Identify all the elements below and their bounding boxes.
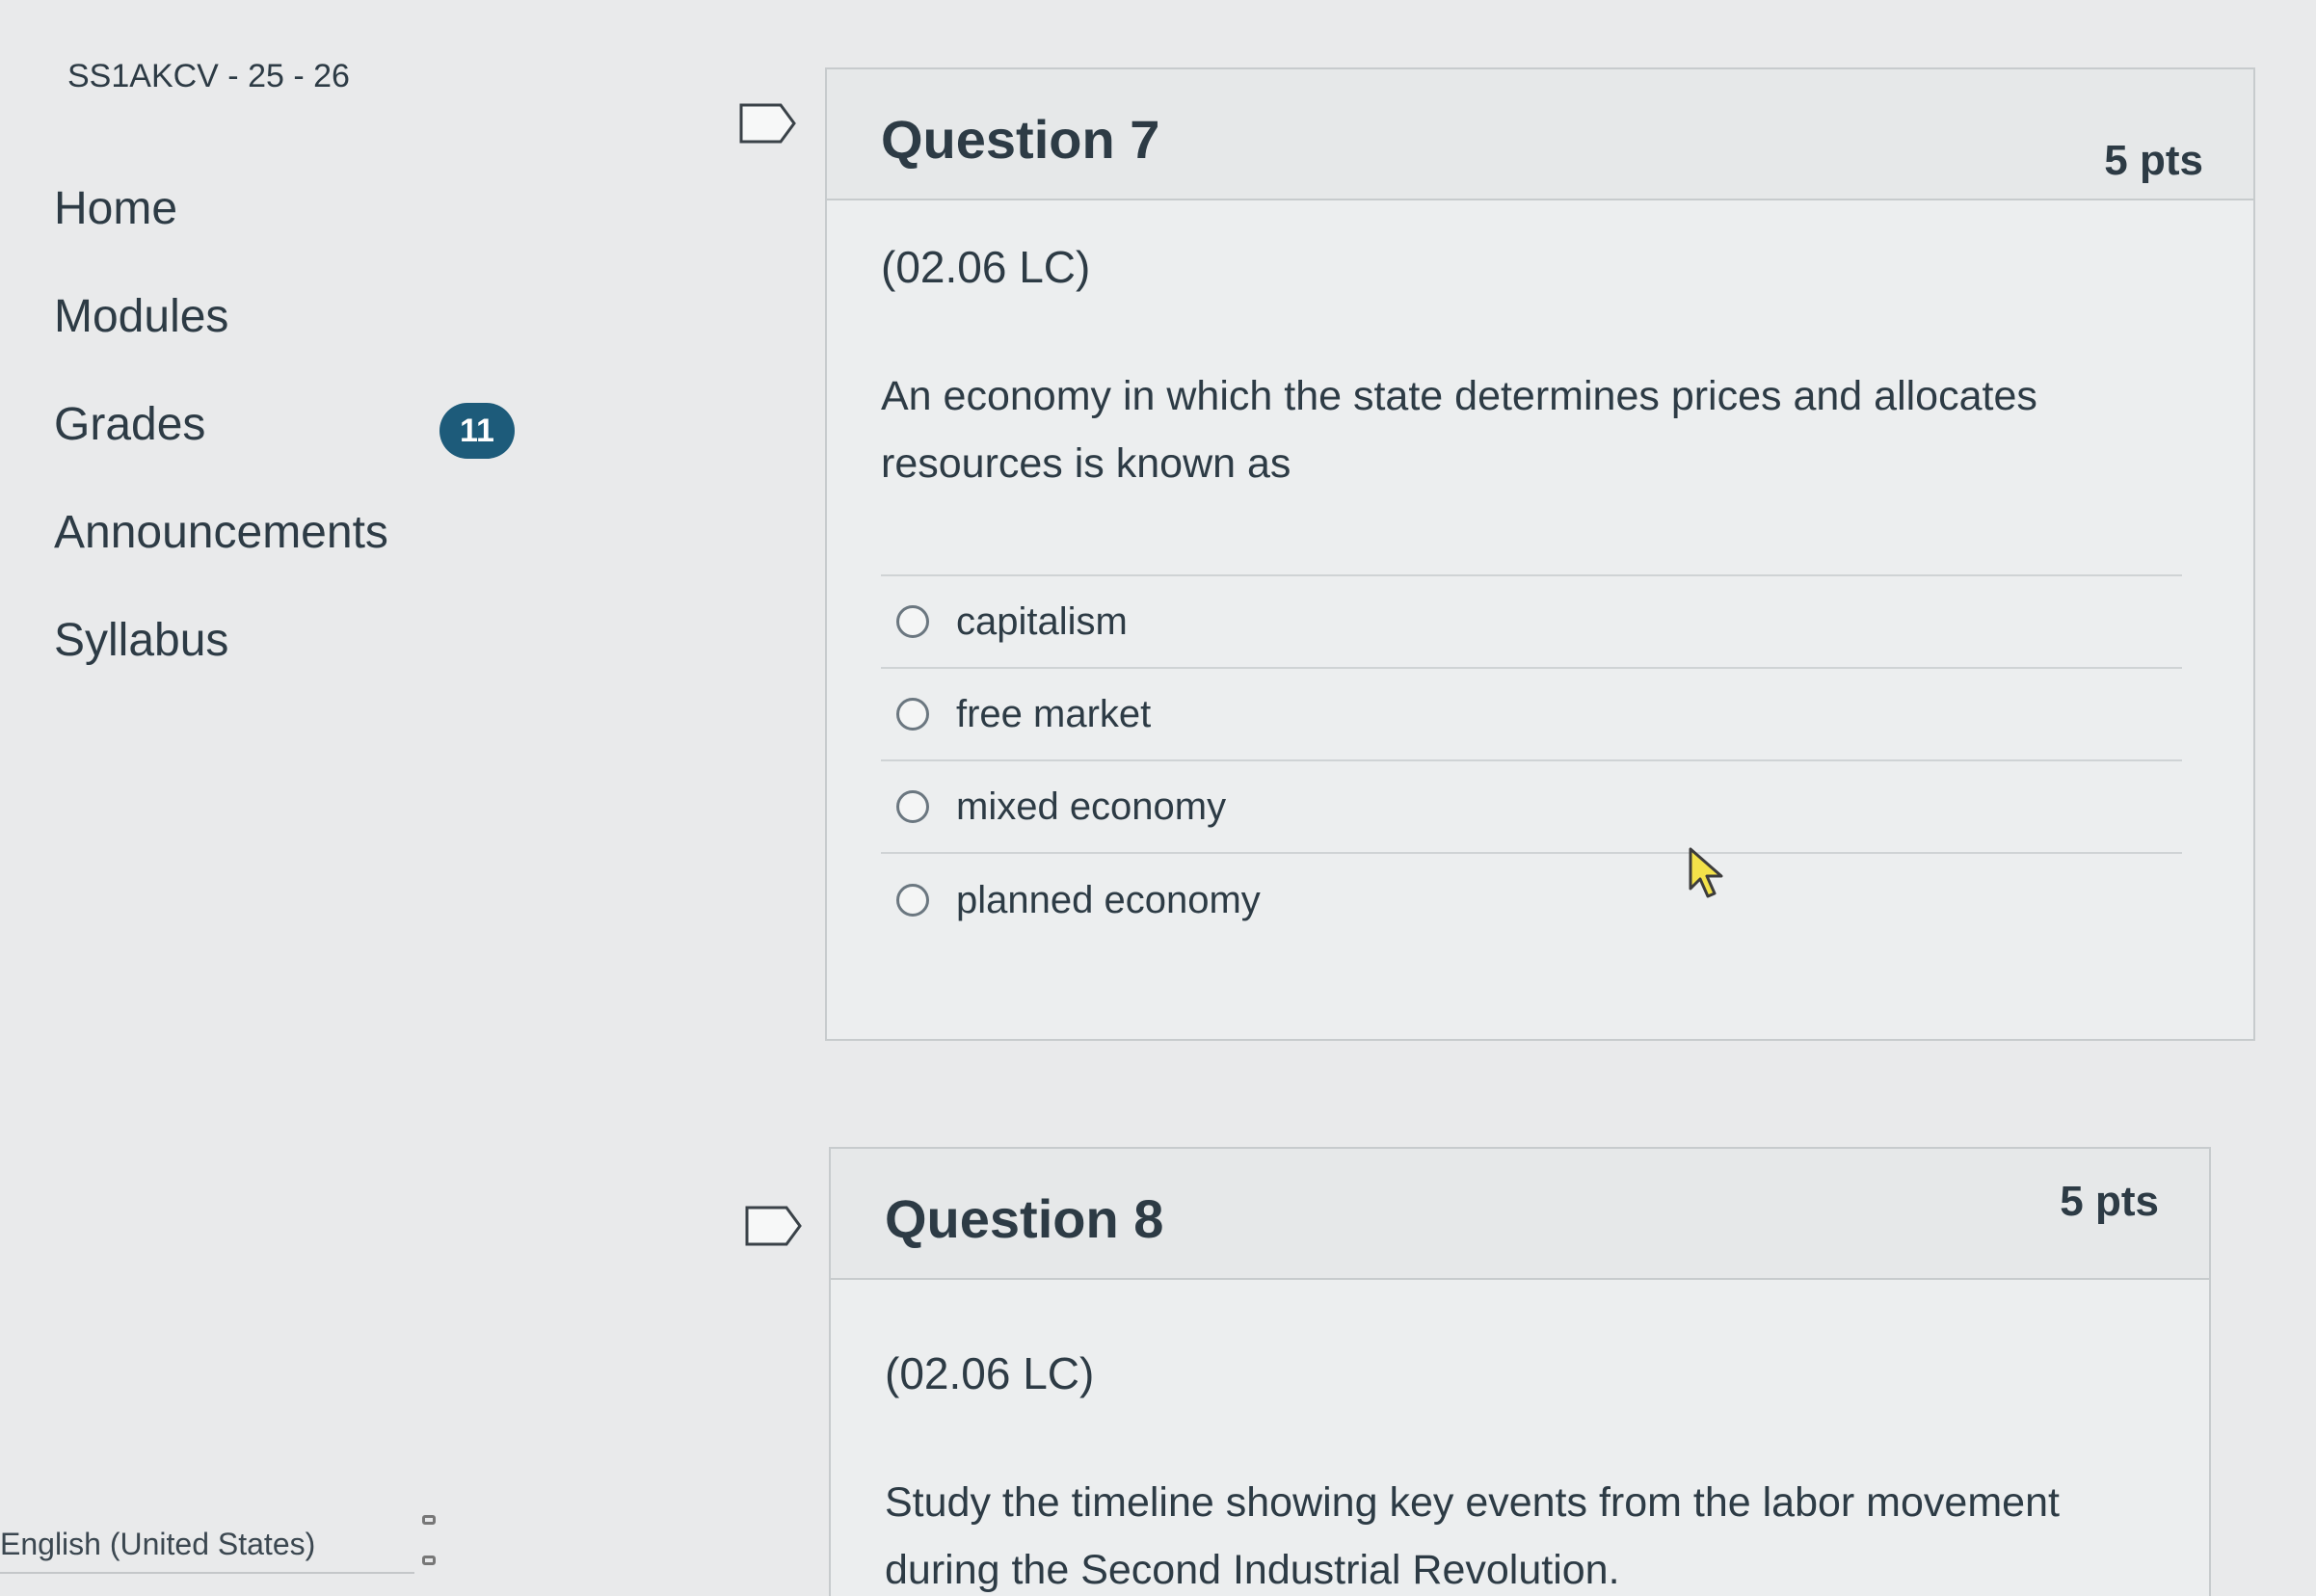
course-code[interactable]: SS1AKCV - 25 - 26 bbox=[67, 58, 350, 95]
nav-item-label: Grades bbox=[54, 398, 206, 450]
flag-question-icon[interactable] bbox=[744, 1205, 804, 1247]
radio-button-icon[interactable] bbox=[896, 605, 929, 638]
question-code: (02.06 LC) bbox=[881, 242, 1091, 292]
question-text: Study the timeline showing key events fr… bbox=[885, 1479, 2060, 1593]
nav-item-label: Modules bbox=[54, 290, 229, 342]
radio-button-icon[interactable] bbox=[896, 884, 929, 917]
nav-item-syllabus[interactable]: Syllabus bbox=[54, 586, 536, 694]
question-header: Question 7 5 pts bbox=[827, 69, 2253, 200]
radio-button-icon[interactable] bbox=[896, 790, 929, 823]
nav-item-label: Home bbox=[54, 182, 178, 234]
answer-option-mixed-economy[interactable]: mixed economy bbox=[881, 761, 2182, 854]
question-title: Question 7 bbox=[881, 109, 1160, 170]
radio-button-icon[interactable] bbox=[896, 698, 929, 731]
nav-item-label: Syllabus bbox=[54, 614, 229, 666]
question-text: An economy in which the state determines… bbox=[881, 373, 2037, 487]
question-points: 5 pts bbox=[2060, 1178, 2159, 1225]
answer-label: capitalism bbox=[956, 599, 1128, 643]
question-header: Question 8 5 pts bbox=[831, 1149, 2209, 1280]
mouse-pointer-icon bbox=[1689, 847, 1723, 898]
language-selector[interactable]: English (United States) bbox=[0, 1527, 414, 1574]
nav-item-modules[interactable]: Modules bbox=[54, 262, 536, 370]
question-body: (02.06 LC) An economy in which the state… bbox=[827, 200, 2253, 946]
question-card-8: Question 8 5 pts (02.06 LC) Study the ti… bbox=[829, 1147, 2211, 1596]
answer-label: planned economy bbox=[956, 878, 1261, 921]
question-card-7: Question 7 5 pts (02.06 LC) An economy i… bbox=[825, 67, 2255, 1041]
answer-label: mixed economy bbox=[956, 785, 1227, 828]
nav-item-grades[interactable]: Grades 11 bbox=[54, 370, 536, 478]
question-title: Question 8 bbox=[885, 1188, 1164, 1249]
question-points: 5 pts bbox=[2104, 137, 2203, 184]
flag-question-icon[interactable] bbox=[738, 102, 798, 145]
nav-item-label: Announcements bbox=[54, 506, 388, 558]
answer-option-planned-economy[interactable]: planned economy bbox=[881, 854, 2182, 946]
resize-handle-icon[interactable] bbox=[414, 1515, 443, 1565]
nav-item-announcements[interactable]: Announcements bbox=[54, 478, 536, 586]
grades-count-badge: 11 bbox=[439, 403, 515, 459]
answer-option-free-market[interactable]: free market bbox=[881, 669, 2182, 761]
nav-item-home[interactable]: Home bbox=[54, 154, 536, 262]
course-navigation: Home Modules Grades 11 Announcements Syl… bbox=[54, 154, 536, 694]
question-code: (02.06 LC) bbox=[885, 1348, 1095, 1398]
answer-label: free market bbox=[956, 692, 1152, 735]
answer-list: capitalism free market mixed economy pla… bbox=[881, 574, 2182, 946]
question-body: (02.06 LC) Study the timeline showing ke… bbox=[831, 1280, 2209, 1596]
answer-option-capitalism[interactable]: capitalism bbox=[881, 576, 2182, 669]
